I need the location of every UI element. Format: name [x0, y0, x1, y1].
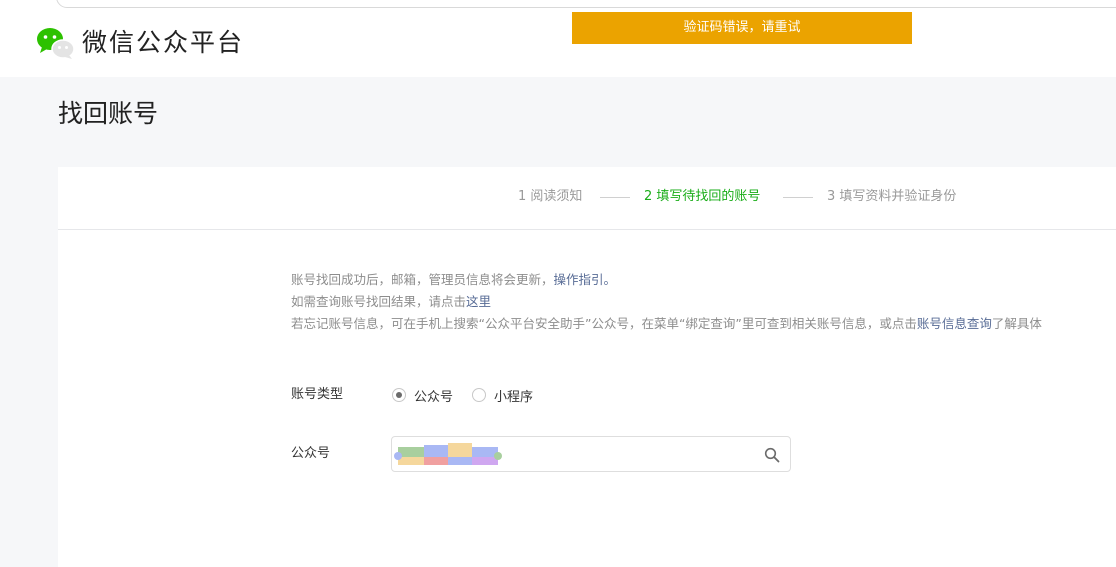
account-label: 公众号 [291, 446, 331, 461]
radio-label: 公众号 [414, 389, 454, 405]
radio-label: 小程序 [494, 389, 534, 405]
error-toast: 验证码错误，请重试 [572, 12, 912, 44]
notice-block: 账号找回成功后，邮箱，管理员信息将会更新，操作指引。 如需查询账号找回结果，请点… [291, 269, 1042, 335]
notice-line-3: 若忘记账号信息，可在手机上搜索“公众平台安全助手”公众号，在菜单“绑定查询”里可… [291, 313, 1042, 335]
notice-text: 若忘记账号信息，可在手机上搜索“公众平台安全助手”公众号，在菜单“绑定查询”里可… [291, 316, 917, 331]
step-divider [600, 197, 630, 198]
result-link[interactable]: 这里 [466, 294, 491, 309]
main-card: 1 阅读须知 2 填写待找回的账号 3 填写资料并验证身份 账号找回成功后，邮箱… [58, 167, 1116, 567]
step-1: 1 阅读须知 [518, 189, 583, 204]
account-query-link[interactable]: 账号信息查询 [917, 316, 992, 331]
account-type-label: 账号类型 [291, 387, 344, 402]
step-2: 2 填写待找回的账号 [644, 189, 761, 204]
redacted-value [394, 443, 502, 465]
notice-text: 了解具体 [991, 316, 1042, 331]
notice-line-2: 如需查询账号找回结果，请点击这里 [291, 291, 1042, 313]
browser-bar [0, 0, 1116, 10]
radio-unchecked-icon[interactable] [472, 388, 487, 402]
account-search-input[interactable] [391, 436, 791, 472]
brand-name[interactable]: 微信公众平台 [82, 26, 244, 60]
page-title: 找回账号 [58, 99, 159, 128]
account-type-radio-group: 公众号 小程序 [392, 385, 552, 405]
step-divider [783, 197, 813, 198]
search-icon[interactable] [764, 447, 780, 463]
radio-mini-program[interactable]: 小程序 [472, 386, 533, 405]
site-header: 微信公众平台 [0, 10, 1116, 77]
step-3: 3 填写资料并验证身份 [827, 189, 957, 204]
notice-text: 账号找回成功后，邮箱，管理员信息将会更新， [291, 272, 554, 287]
notice-line-1: 账号找回成功后，邮箱，管理员信息将会更新，操作指引。 [291, 269, 1042, 291]
wechat-logo-icon[interactable] [36, 26, 76, 60]
step-indicator: 1 阅读须知 2 填写待找回的账号 3 填写资料并验证身份 [58, 167, 1116, 230]
radio-checked-icon[interactable] [392, 388, 406, 402]
radio-official-account[interactable]: 公众号 [392, 386, 453, 405]
address-bar[interactable] [56, 0, 1116, 8]
guide-link[interactable]: 操作指引。 [554, 272, 617, 287]
notice-text: 如需查询账号找回结果，请点击 [291, 294, 467, 309]
